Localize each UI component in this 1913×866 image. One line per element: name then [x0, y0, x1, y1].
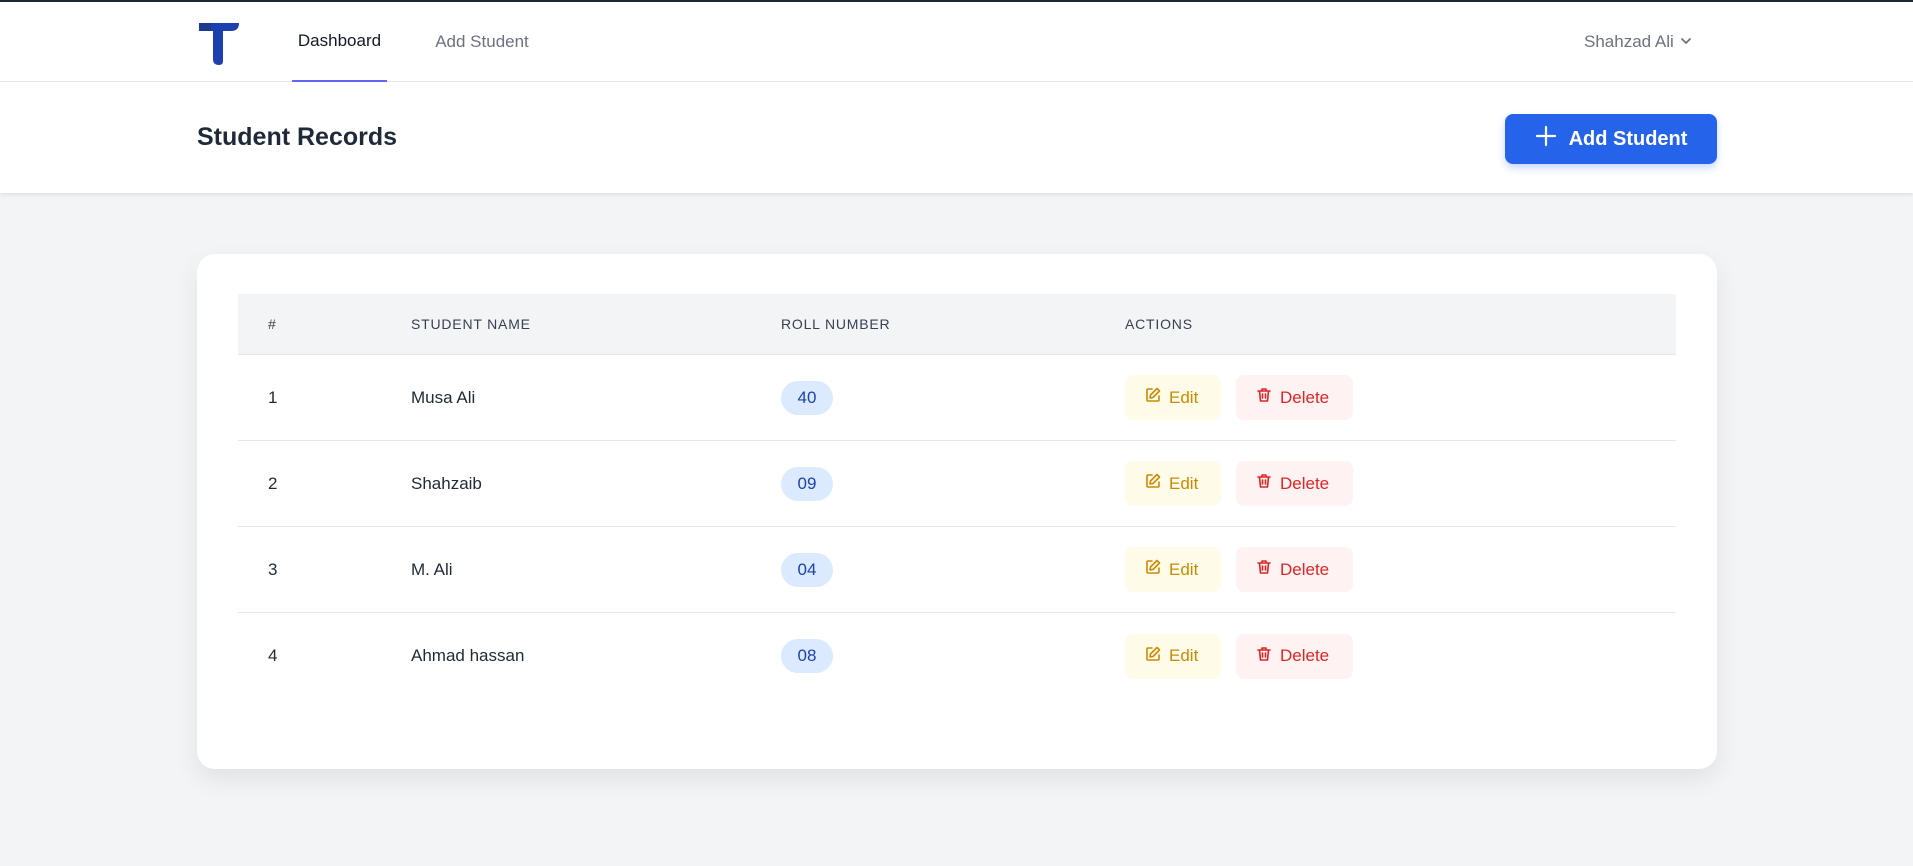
row-index: 4	[268, 646, 278, 665]
nav-add-student[interactable]: Add Student	[426, 2, 538, 82]
edit-icon	[1145, 473, 1161, 494]
add-student-button-label: Add Student	[1568, 127, 1688, 150]
navbar: Dashboard Add Student Shahzad Ali	[0, 2, 1913, 82]
roll-badge: 09	[781, 466, 833, 501]
table-row: 1 Musa Ali 40 Edit Delete	[238, 355, 1676, 441]
user-menu[interactable]: Shahzad Ali	[1584, 30, 1692, 54]
edit-button[interactable]: Edit	[1125, 375, 1221, 420]
add-student-button[interactable]: Add Student	[1505, 114, 1717, 164]
delete-button-label: Delete	[1280, 387, 1330, 407]
edit-icon	[1145, 387, 1161, 408]
column-header-roll: ROLL NUMBER	[781, 316, 891, 332]
delete-button-label: Delete	[1280, 473, 1330, 493]
roll-badge: 04	[781, 552, 833, 587]
nav-dashboard[interactable]: Dashboard	[292, 2, 387, 82]
row-index: 2	[268, 473, 278, 493]
delete-button-label: Delete	[1280, 559, 1330, 579]
user-name: Shahzad Ali	[1584, 32, 1674, 51]
t-logo-icon[interactable]	[197, 21, 241, 67]
row-index: 3	[268, 559, 278, 579]
trash-icon	[1256, 646, 1272, 667]
trash-icon	[1256, 559, 1272, 580]
edit-icon	[1145, 646, 1161, 667]
column-header-index: #	[268, 316, 277, 332]
delete-button[interactable]: Delete	[1236, 633, 1353, 679]
table-row: 4 Ahmad hassan 08 Edit Delete	[238, 613, 1676, 699]
column-header-actions: ACTIONS	[1125, 316, 1193, 332]
edit-button-label: Edit	[1169, 646, 1199, 665]
table-header: # STUDENT NAME ROLL NUMBER ACTIONS	[238, 294, 1676, 355]
student-records-card: # STUDENT NAME ROLL NUMBER ACTIONS 1 Mus…	[197, 254, 1717, 769]
roll-badge: 08	[781, 639, 833, 673]
student-name: Shahzaib	[411, 473, 482, 493]
table-row: 3 M. Ali 04 Edit Delete	[238, 527, 1676, 613]
plus-icon	[1535, 125, 1557, 153]
row-index: 1	[268, 387, 278, 407]
column-header-name: STUDENT NAME	[411, 316, 531, 332]
edit-button[interactable]: Edit	[1125, 461, 1221, 506]
trash-icon	[1256, 473, 1272, 494]
student-name: M. Ali	[411, 559, 453, 579]
page-header: Student Records Add Student	[0, 82, 1913, 193]
roll-badge: 40	[781, 380, 833, 415]
delete-button[interactable]: Delete	[1236, 547, 1353, 592]
student-table: # STUDENT NAME ROLL NUMBER ACTIONS 1 Mus…	[238, 294, 1676, 699]
edit-button-label: Edit	[1169, 387, 1199, 407]
chevron-down-icon	[1680, 32, 1692, 52]
delete-button-label: Delete	[1280, 646, 1330, 665]
trash-icon	[1256, 387, 1272, 408]
page-title: Student Records	[197, 123, 398, 151]
edit-button[interactable]: Edit	[1125, 547, 1221, 592]
edit-button-label: Edit	[1169, 473, 1199, 493]
delete-button[interactable]: Delete	[1236, 375, 1353, 420]
delete-button[interactable]: Delete	[1236, 461, 1353, 506]
edit-button[interactable]: Edit	[1125, 633, 1221, 679]
edit-button-label: Edit	[1169, 559, 1199, 579]
table-row: 2 Shahzaib 09 Edit Delete	[238, 441, 1676, 527]
student-name: Musa Ali	[411, 387, 476, 407]
student-name: Ahmad hassan	[411, 646, 525, 665]
edit-icon	[1145, 559, 1161, 580]
